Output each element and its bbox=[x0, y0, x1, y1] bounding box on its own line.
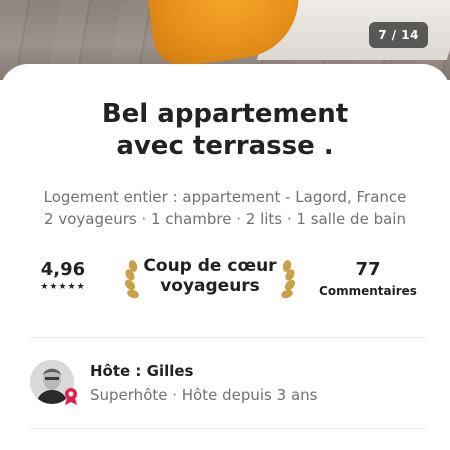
laurel-right-icon bbox=[281, 260, 296, 299]
laurel-left-icon bbox=[124, 260, 139, 299]
listing-capacity: 2 voyageurs · 1 chambre · 2 lits · 1 sal… bbox=[44, 210, 406, 228]
host-section[interactable]: Hôte : Gilles Superhôte · Hôte depuis 3 … bbox=[0, 354, 450, 414]
photo-counter: 7 / 14 bbox=[369, 22, 428, 48]
listing-location: Logement entier : appartement - Lagord, … bbox=[43, 188, 407, 206]
divider bbox=[30, 337, 426, 338]
listing-title-line-2: avec terrasse . bbox=[116, 131, 334, 161]
host-avatar-wrapper[interactable] bbox=[30, 360, 77, 405]
reviews-link[interactable]: 77 Commentaires bbox=[316, 259, 420, 299]
guest-favorite-line-1: Coup de cœur bbox=[143, 256, 277, 276]
star-rating-icons: ★★★★★ bbox=[40, 282, 86, 292]
divider bbox=[30, 428, 426, 429]
guest-favorite-text: Coup de cœur voyageurs bbox=[142, 256, 278, 296]
guest-favorite-line-2: voyageurs bbox=[160, 276, 260, 296]
listing-title: Bel appartement avec terrasse . bbox=[0, 98, 450, 162]
guest-favorite-badge: Coup de cœur voyageurs bbox=[120, 256, 300, 302]
reviews-count: 77 bbox=[355, 259, 381, 280]
host-name: Hôte : Gilles bbox=[90, 362, 194, 380]
host-meta: Superhôte · Hôte depuis 3 ans bbox=[90, 386, 318, 404]
listing-subtitle: Logement entier : appartement - Lagord, … bbox=[0, 186, 450, 230]
rating-value: 4,96 bbox=[40, 259, 86, 280]
listing-title-line-1: Bel appartement bbox=[101, 99, 349, 129]
reviews-label: Commentaires bbox=[319, 284, 417, 298]
superhost-badge-icon bbox=[65, 388, 77, 405]
rating-block: 4,96 ★★★★★ bbox=[30, 259, 96, 293]
listing-stats: 4,96 ★★★★★ Coup de cœur voyageurs 77 Com… bbox=[0, 256, 450, 306]
